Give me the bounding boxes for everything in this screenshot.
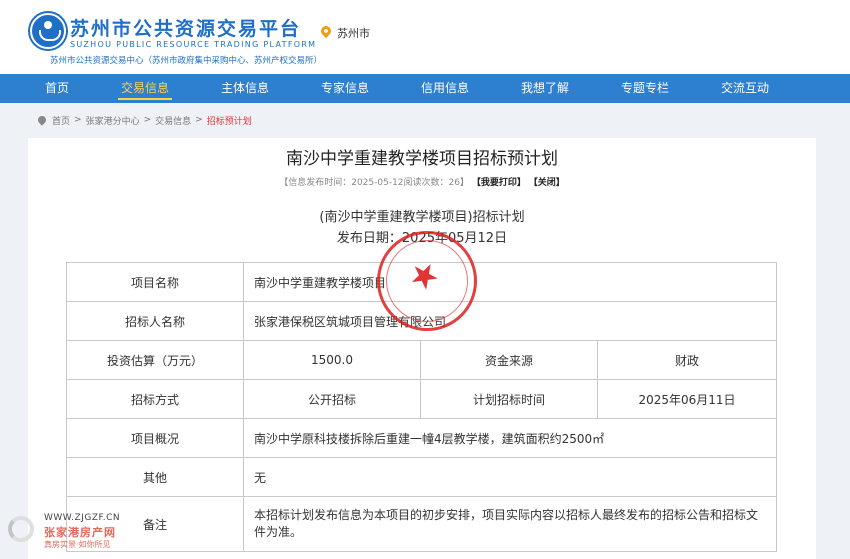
watermark-name: 张家港房产网 [44, 526, 116, 539]
cell-label: 招标人名称 [66, 301, 244, 341]
cell-label: 项目名称 [66, 262, 244, 302]
cell-label: 计划招标时间 [420, 379, 598, 419]
breadcrumb-branch[interactable]: 张家港分中心 [86, 114, 140, 127]
breadcrumb-separator: > [195, 115, 203, 125]
site-title[interactable]: 苏州市公共资源交易平台 [70, 14, 301, 41]
cell-value: 公开招标 [243, 379, 421, 419]
cell-value: 南沙中学重建教学楼项目 [242, 262, 778, 302]
site-header: 苏州市公共资源交易平台 SUZHOU PUBLIC RESOURCE TRADI… [0, 0, 850, 74]
plan-subtitle: (南沙中学重建教学楼项目)招标计划 [319, 210, 525, 225]
watermark-slogan: 真房实景·如你所见 [44, 540, 111, 549]
nav-trading-info[interactable]: 交易信息 [118, 74, 172, 103]
nav-interaction[interactable]: 交流互动 [718, 74, 772, 103]
nav-special-topics[interactable]: 专题专栏 [618, 74, 672, 103]
nav-learn-more[interactable]: 我想了解 [518, 74, 572, 103]
breadcrumb-home[interactable]: 首页 [52, 114, 70, 127]
cell-value: 财政 [596, 340, 778, 380]
table-row: 项目概况 南沙中学原科技楼拆除后重建一幢4层教学楼，建筑面积约2500㎡ [66, 418, 778, 458]
nav-expert-info[interactable]: 专家信息 [318, 74, 372, 103]
breadcrumb-current: 招标预计划 [206, 116, 252, 127]
location-pin-icon [318, 23, 334, 39]
site-subtitle: 苏州市公共资源交易中心（苏州市政府集中采购中心、苏州产权交易所） [50, 56, 323, 66]
site-logo-icon[interactable] [30, 13, 66, 49]
cell-value: 2025年06月11日 [596, 379, 778, 419]
table-row: 投资估算（万元） 1500.0 资金来源 财政 [66, 340, 778, 380]
breadcrumb-separator: > [143, 115, 152, 125]
cell-value: 本招标计划发布信息为本项目的初步安排，项目实际内容以招标人最终发布的招标公告和招… [242, 496, 778, 552]
breadcrumb-trading-info[interactable]: 交易信息 [155, 114, 191, 127]
cell-value: 张家港保税区筑城项目管理有限公司 [242, 301, 778, 341]
article-meta: 【信息发布时间：2025-05-12阅读次数：26】 【我要打印】 【关闭】 [28, 175, 816, 188]
breadcrumb-separator: > [74, 115, 82, 125]
cell-label: 投资估算（万元） [66, 340, 244, 380]
cell-label: 其他 [66, 457, 244, 497]
article-panel: 南沙中学重建教学楼项目招标预计划 【信息发布时间：2025-05-12阅读次数：… [28, 138, 816, 559]
nav-credit-info[interactable]: 信用信息 [418, 74, 472, 103]
cell-value: 无 [242, 457, 778, 497]
publish-info: 【信息发布时间：2025-05-12阅读次数：26】 [279, 178, 469, 188]
print-button[interactable]: 【我要打印】 [472, 178, 526, 188]
city-selector[interactable]: 苏州市 [337, 25, 370, 41]
cell-label: 项目概况 [66, 418, 244, 458]
cell-label: 招标方式 [66, 379, 244, 419]
main-nav: 首页 交易信息 主体信息 专家信息 信用信息 我想了解 专题专栏 交流互动 [0, 74, 850, 103]
site-watermark: WWW.ZJGZF.CN 张家港房产网 真房实景·如你所见 [0, 506, 150, 559]
nav-home[interactable]: 首页 [30, 74, 84, 103]
location-pin-icon [36, 114, 48, 126]
cell-label: 资金来源 [420, 340, 598, 380]
breadcrumb: 首页 > 张家港分中心 > 交易信息 > 招标预计划 [36, 113, 252, 127]
cell-value: 1500.0 [243, 340, 421, 380]
table-row: 其他 无 [66, 457, 778, 497]
site-title-en: SUZHOU PUBLIC RESOURCE TRADING PLATFORM [70, 40, 317, 49]
table-row: 备注 本招标计划发布信息为本项目的初步安排，项目实际内容以招标人最终发布的招标公… [66, 496, 778, 552]
close-button[interactable]: 【关闭】 [529, 178, 565, 188]
nav-entity-info[interactable]: 主体信息 [218, 74, 272, 103]
table-row: 招标方式 公开招标 计划招标时间 2025年06月11日 [66, 379, 778, 419]
article-title: 南沙中学重建教学楼项目招标预计划 [286, 149, 558, 169]
cell-value: 南沙中学原科技楼拆除后重建一幢4层教学楼，建筑面积约2500㎡ [242, 418, 778, 458]
watermark-logo-icon [8, 516, 34, 542]
watermark-url: WWW.ZJGZF.CN [44, 513, 121, 523]
